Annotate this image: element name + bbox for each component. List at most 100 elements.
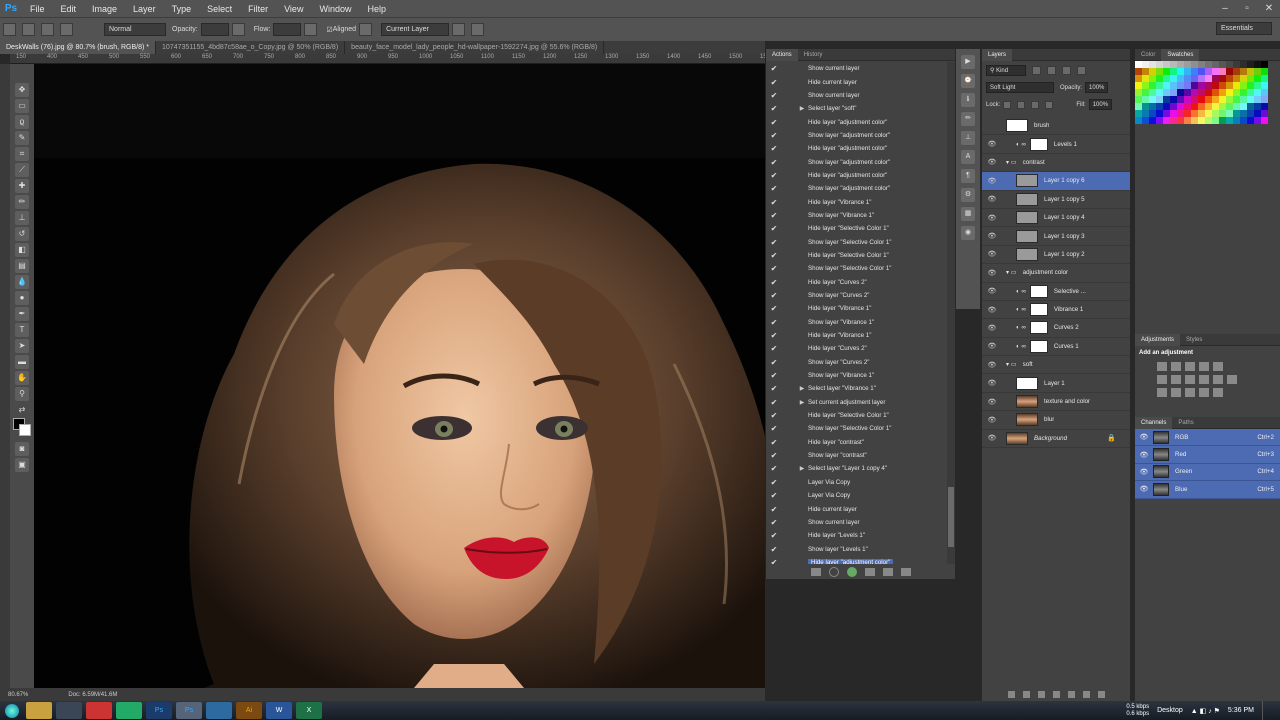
lasso-tool-icon[interactable]: ϱ [15,115,29,129]
swatch[interactable] [1212,61,1219,68]
lock-all-icon[interactable] [1045,100,1054,109]
photo-filter-icon[interactable] [1199,375,1209,384]
zoom-level[interactable]: 80.67% [8,692,28,698]
layer-row[interactable]: 👁 Layer 1 [982,374,1130,393]
document-canvas[interactable] [34,64,765,688]
swatch[interactable] [1254,117,1261,124]
dialog-toggle-icon[interactable] [782,224,792,234]
swatch[interactable] [1149,68,1156,75]
action-step[interactable]: ✔ ▶ Select layer "Layer 1 copy 4" [766,462,948,475]
blur-tool-icon[interactable]: 💧 [15,275,29,289]
opacity-value[interactable]: 100% [1085,82,1109,93]
layer-name[interactable]: Curves 2 [1054,324,1079,331]
healing-tool-icon[interactable]: ✚ [15,179,29,193]
action-step[interactable]: ✔ Hide layer "adjustment color" [766,142,948,155]
swatch[interactable] [1177,82,1184,89]
dialog-toggle-icon[interactable] [782,344,792,354]
quick-select-tool-icon[interactable]: ✎ [15,131,29,145]
swatch[interactable] [1156,96,1163,103]
swatch[interactable] [1233,68,1240,75]
swatch[interactable] [1163,82,1170,89]
lock-position-icon[interactable] [1031,100,1040,109]
layer-name[interactable]: blur [1044,416,1054,423]
swatch[interactable] [1226,89,1233,96]
swatch[interactable] [1191,110,1198,117]
swatch[interactable] [1205,96,1212,103]
layer-thumbnail[interactable] [1016,192,1038,206]
swatch[interactable] [1170,75,1177,82]
toggle-check-icon[interactable]: ✔ [766,358,782,367]
toggle-check-icon[interactable]: ✔ [766,424,782,433]
layer-name[interactable]: adjustment color [1023,269,1068,276]
vibrance-icon[interactable] [1213,362,1223,371]
action-step[interactable]: ✔ Hide layer "Selective Color 1" [766,249,948,262]
swatch[interactable] [1177,68,1184,75]
swatch[interactable] [1170,82,1177,89]
delete-action-icon[interactable] [901,568,911,576]
tab-history[interactable]: History [798,49,829,61]
path-select-tool-icon[interactable]: ➤ [15,339,29,353]
bw-icon[interactable] [1185,375,1195,384]
swatch[interactable] [1149,89,1156,96]
close-icon[interactable]: ✕ [1258,0,1280,17]
swatch[interactable] [1205,117,1212,124]
swatch[interactable] [1135,89,1142,96]
swatch[interactable] [1219,103,1226,110]
visibility-eye-icon[interactable]: 👁 [982,287,1002,295]
swatch[interactable] [1240,68,1247,75]
swatch[interactable] [1247,103,1254,110]
menu-filter[interactable]: Filter [240,4,276,14]
action-step[interactable]: ✔ ▶ Select layer "soft" [766,102,948,115]
action-step[interactable]: ✔ Show layer "adjustment color" [766,182,948,195]
swatch[interactable] [1163,96,1170,103]
action-step[interactable]: ✔ Show layer "Vibrance 1" [766,316,948,329]
swatch[interactable] [1163,68,1170,75]
channel-row[interactable]: 👁 Red Ctrl+3 [1135,446,1280,464]
dialog-toggle-icon[interactable] [782,437,792,447]
action-step[interactable]: ✔ Hide current layer [766,502,948,515]
swatch[interactable] [1261,61,1268,68]
opacity-field[interactable] [200,23,229,36]
swatch[interactable] [1261,89,1268,96]
move-tool-icon[interactable]: ✥ [15,83,29,97]
swatch[interactable] [1205,110,1212,117]
dialog-toggle-icon[interactable] [782,464,792,474]
toggle-check-icon[interactable]: ✔ [766,451,782,460]
layer-thumbnail[interactable] [1016,229,1038,243]
visibility-eye-icon[interactable]: 👁 [982,250,1002,258]
swatch[interactable] [1226,61,1233,68]
swatch[interactable] [1163,89,1170,96]
swatch[interactable] [1184,61,1191,68]
toggle-check-icon[interactable]: ✔ [766,264,782,273]
dialog-toggle-icon[interactable] [782,451,792,461]
swatch[interactable] [1240,96,1247,103]
visibility-eye-icon[interactable]: 👁 [982,269,1002,277]
swatch[interactable] [1184,96,1191,103]
dialog-toggle-icon[interactable] [782,64,792,74]
layer-mask-thumbnail[interactable] [1029,284,1048,298]
tab-swatches[interactable]: Swatches [1161,48,1200,61]
photoshop-active-icon[interactable]: Ps [176,702,202,719]
dialog-toggle-icon[interactable] [782,144,792,154]
actions-scrollbar[interactable] [947,62,955,564]
swatch[interactable] [1240,89,1247,96]
swatch[interactable] [1212,110,1219,117]
swatch[interactable] [1219,110,1226,117]
swatch[interactable] [1163,117,1170,124]
layer-thumbnail[interactable] [1016,174,1038,188]
character-panel-icon[interactable]: A [961,150,975,164]
layer-row[interactable]: 👁 Background 🔒 [982,430,1130,449]
menu-view[interactable]: View [276,4,311,14]
action-step[interactable]: ✔ Show layer "Vibrance 1" [766,209,948,222]
dialog-toggle-icon[interactable] [782,331,792,341]
swatch[interactable] [1261,117,1268,124]
minimize-icon[interactable]: – [1214,0,1236,17]
swatch[interactable] [1212,68,1219,75]
swatch[interactable] [1177,110,1184,117]
document-tab[interactable]: 10747351155_4bd87c58ae_o_Copy.jpg @ 50% … [156,41,346,54]
swatch[interactable] [1170,61,1177,68]
swatch[interactable] [1170,89,1177,96]
action-step[interactable]: ✔ Hide current layer [766,75,948,88]
toggle-check-icon[interactable]: ✔ [766,118,782,127]
swatch[interactable] [1240,82,1247,89]
